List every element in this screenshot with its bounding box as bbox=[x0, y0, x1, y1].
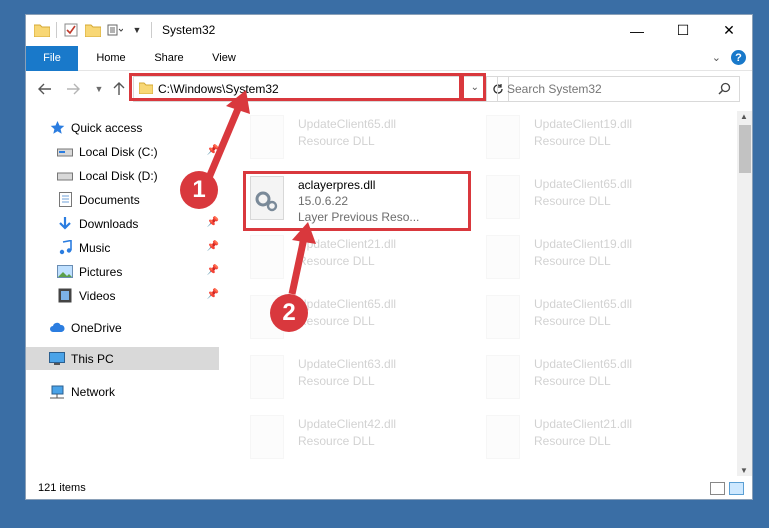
annotation-arrows bbox=[204, 90, 316, 295]
step-1-badge: 1 bbox=[180, 171, 218, 209]
step-2-badge: 2 bbox=[270, 294, 308, 332]
